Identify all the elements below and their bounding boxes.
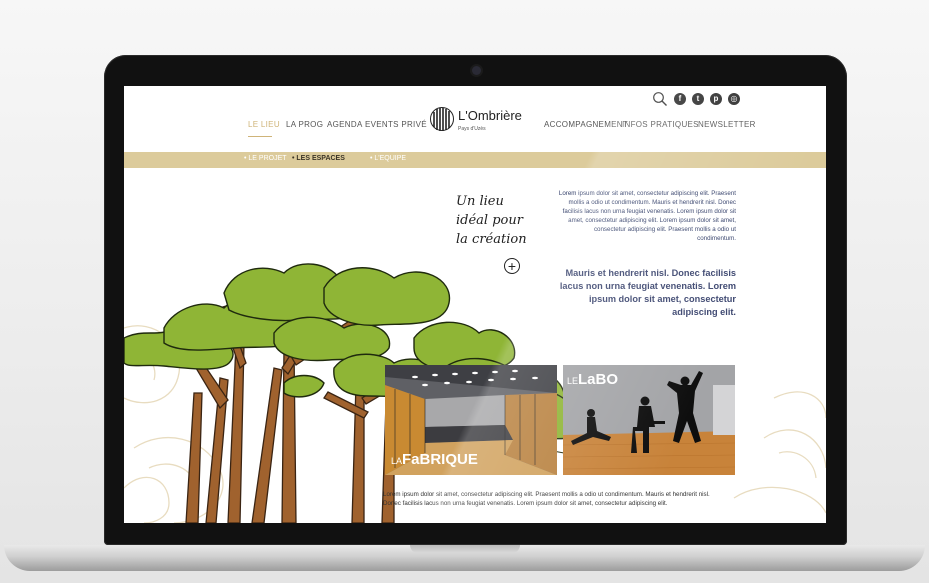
laptop-base-notch xyxy=(410,545,520,553)
nav-events-prive[interactable]: EVENTS PRIVÉ xyxy=(365,120,427,129)
subnav-les-espaces[interactable]: • LES ESPACES xyxy=(292,155,345,162)
logo-mark-icon xyxy=(430,107,454,131)
intro-paragraph: Lorem ipsum dolor sit amet, consectetur … xyxy=(558,190,736,242)
tile-label-small: LA xyxy=(391,456,403,466)
tile-label: LAFaBRIQUE xyxy=(391,451,478,469)
facebook-icon[interactable]: f xyxy=(674,93,686,105)
webcam-icon xyxy=(472,66,481,75)
instagram-icon[interactable]: ◎ xyxy=(728,93,740,105)
tagline-line-1: Un lieu xyxy=(456,194,504,209)
tile-label-big: FaBRIQUE xyxy=(402,451,478,468)
pinterest-icon[interactable]: p xyxy=(710,93,722,105)
twitter-icon[interactable]: t xyxy=(692,93,704,105)
logo-name: L'Ombrière xyxy=(458,107,522,123)
sub-nav-bar: • LE PROJET • LES ESPACES • L'EQUIPE xyxy=(124,152,826,168)
subnav-l-equipe[interactable]: • L'EQUIPE xyxy=(370,155,406,162)
nav-le-lieu[interactable]: LE LIEU xyxy=(248,120,280,129)
tile-label: LELaBO xyxy=(567,371,618,389)
nav-newsletter[interactable]: NEWSLETTER xyxy=(698,120,756,129)
nav-infos-pratiques[interactable]: INFOS PRATIQUES xyxy=(622,120,699,129)
lead-paragraph: Mauris et hendrerit nisl. Donec facilisi… xyxy=(559,268,736,317)
logo-subtitle: Pays d'Uzès xyxy=(458,125,486,132)
nav-agenda[interactable]: AGENDA xyxy=(327,120,363,129)
subnav-le-projet[interactable]: • LE PROJET xyxy=(244,155,287,162)
tile-la-fabrique[interactable]: LAFaBRIQUE xyxy=(385,365,557,475)
laptop-screen: f t p ◎ LE LIEU LA PROG AGENDA EVENTS PR… xyxy=(124,86,826,523)
nav-la-prog[interactable]: LA PROG xyxy=(286,120,323,129)
tagline-line-3: la création xyxy=(456,232,527,247)
expand-plus-button[interactable]: + xyxy=(504,258,520,274)
tagline-line-2: idéal pour xyxy=(456,213,523,228)
logo-text-block: L'Ombrière Pays d'Uzès xyxy=(458,107,522,132)
site-logo[interactable]: L'Ombrière Pays d'Uzès xyxy=(430,106,522,132)
tagline: Un lieu idéal pour la création xyxy=(456,192,527,249)
tile-le-labo[interactable]: LELaBO xyxy=(563,365,735,475)
bottom-paragraph: Lorem ipsum dolor sit amet, consectetur … xyxy=(383,491,710,507)
social-icons: f t p ◎ xyxy=(652,91,740,107)
tile-label-big: LaBO xyxy=(578,371,619,388)
search-icon[interactable] xyxy=(652,91,668,107)
nav-active-underline xyxy=(248,136,272,137)
tile-label-small: LE xyxy=(567,376,579,386)
nav-accompagnement[interactable]: ACCOMPAGNEMENT xyxy=(544,120,628,129)
